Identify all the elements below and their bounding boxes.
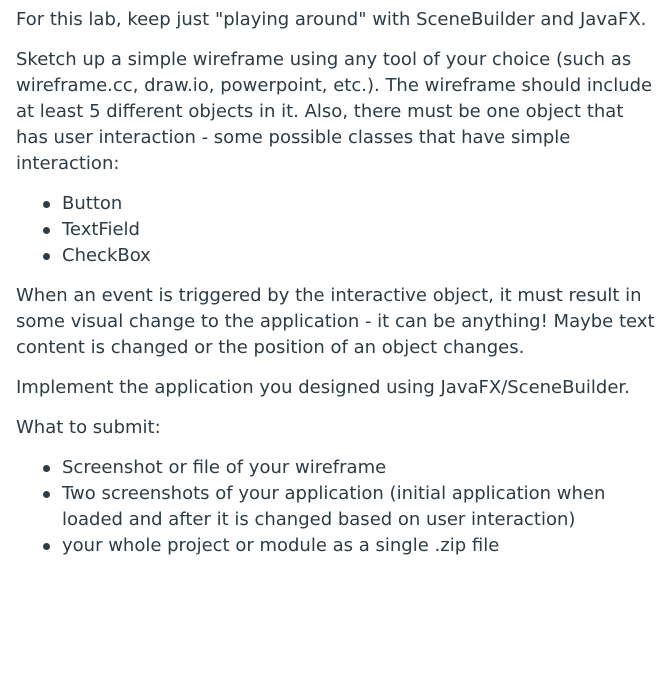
list-item: Button: [43, 191, 655, 217]
list-item: CheckBox: [43, 243, 655, 269]
event-paragraph: When an event is triggered by the intera…: [16, 285, 655, 358]
intro-paragraph: For this lab, keep just "playing around"…: [16, 9, 647, 30]
submit-heading: What to submit:: [16, 417, 161, 438]
list-item: Two screenshots of your application (ini…: [43, 481, 655, 533]
list-item: TextField: [43, 217, 655, 243]
list-item: your whole project or module as a single…: [43, 533, 655, 559]
assignment-content: For this lab, keep just "playing around"…: [0, 0, 671, 559]
sketch-paragraph: Sketch up a simple wireframe using any t…: [16, 49, 653, 174]
list-item: Screenshot or file of your wireframe: [43, 455, 655, 481]
interaction-classes-list: Button TextField CheckBox: [16, 191, 655, 269]
implement-paragraph: Implement the application you designed u…: [16, 377, 630, 398]
submit-list: Screenshot or file of your wireframe Two…: [16, 455, 655, 559]
